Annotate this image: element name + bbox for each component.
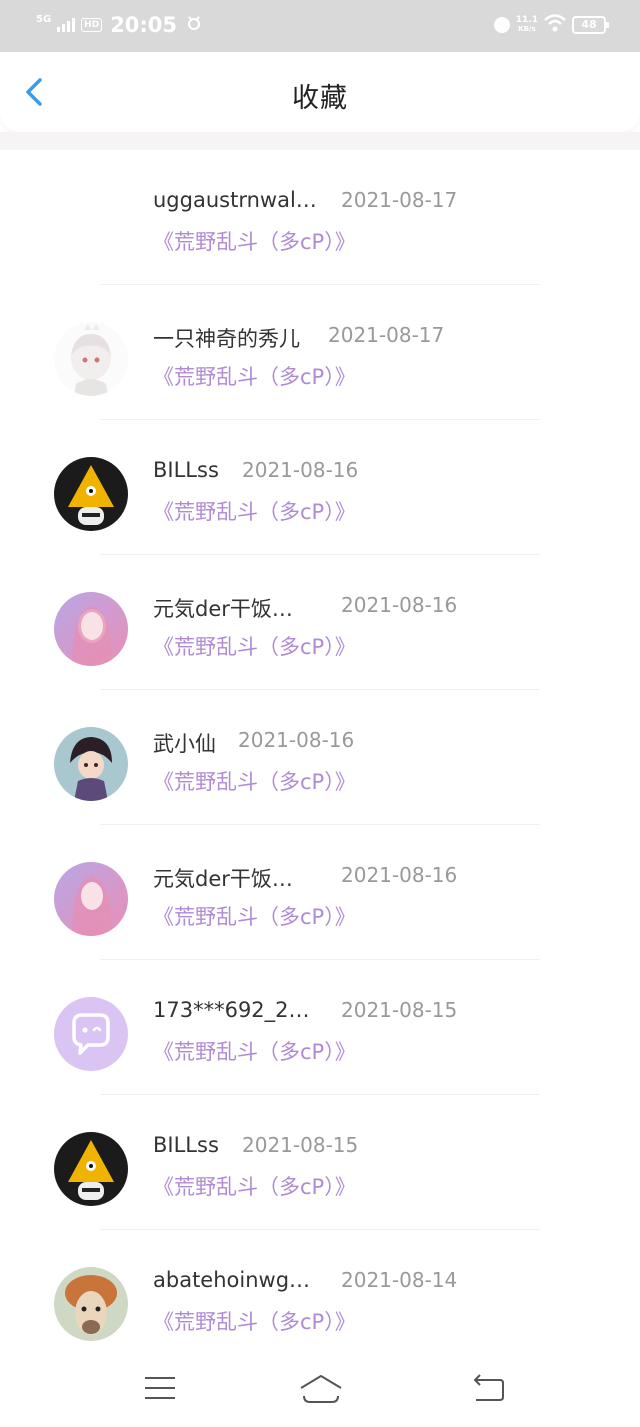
list-item[interactable]: 元気der干饭… 2021-08-16 《荒野乱斗（多cP）》 [0, 825, 640, 960]
anime-avatar-icon [54, 322, 128, 396]
item-username: 一只神奇的秀儿 [153, 327, 300, 351]
list-item[interactable]: abatehoinwg… 2021-08-14 《荒野乱斗（多cP）》 [0, 1230, 640, 1365]
item-work-title[interactable]: 《荒野乱斗（多cP）》 [153, 631, 356, 661]
bill-triangle-avatar-icon [54, 457, 128, 531]
item-username: 元気der干饭… [153, 597, 293, 621]
item-date: 2021-08-16 [238, 728, 355, 752]
network-speed: 11.1 KB/s [516, 16, 538, 34]
system-nav-bar [0, 1352, 640, 1427]
favorites-list: uggaustrnwal… 2021-08-17 《荒野乱斗（多cP）》 一只神… [0, 150, 640, 1365]
avatar[interactable] [54, 1267, 128, 1341]
item-date: 2021-08-15 [341, 998, 458, 1022]
top-header: 收藏 [0, 52, 640, 132]
item-username: BILLss [153, 458, 219, 482]
status-bar: 5G HD 20:05 11.1 KB/s 48 [0, 0, 640, 52]
item-work-title[interactable]: 《荒野乱斗（多cP）》 [153, 901, 356, 931]
item-username: abatehoinwg… [153, 1268, 311, 1292]
avatar[interactable] [54, 592, 128, 666]
battery-icon: 48 [572, 16, 609, 34]
item-work-title[interactable]: 《荒野乱斗（多cP）》 [153, 766, 356, 796]
bill-triangle-avatar-icon [54, 1132, 128, 1206]
avatar[interactable] [54, 457, 128, 531]
menu-button[interactable] [142, 1370, 182, 1406]
default-chat-bubble-avatar-icon [54, 997, 128, 1071]
item-date: 2021-08-15 [242, 1133, 359, 1157]
item-work-title[interactable]: 《荒野乱斗（多cP）》 [153, 1036, 356, 1066]
app-notification-icon [187, 16, 201, 34]
list-item[interactable]: BILLss 2021-08-15 《荒野乱斗（多cP）》 [0, 1095, 640, 1230]
signal-icon [57, 18, 76, 32]
avatar[interactable] [54, 322, 128, 396]
item-date: 2021-08-17 [341, 188, 458, 212]
speed-value: 11.1 [515, 15, 538, 25]
network-type: 5G [36, 13, 52, 25]
item-date: 2021-08-17 [328, 323, 445, 347]
alpaca-avatar-icon [54, 1267, 128, 1341]
hd-badge: HD [81, 18, 103, 32]
list-item[interactable]: 173***692_2… 2021-08-15 《荒野乱斗（多cP）》 [0, 960, 640, 1095]
list-item[interactable]: 一只神奇的秀儿 2021-08-17 《荒野乱斗（多cP）》 [0, 285, 640, 420]
item-date: 2021-08-16 [341, 593, 458, 617]
item-work-title[interactable]: 《荒野乱斗（多cP）》 [153, 1306, 356, 1336]
list-item[interactable]: BILLss 2021-08-16 《荒野乱斗（多cP）》 [0, 420, 640, 555]
system-back-button[interactable] [470, 1370, 510, 1406]
back-icon [473, 1374, 504, 1401]
item-date: 2021-08-14 [341, 1268, 458, 1292]
avatar[interactable] [54, 727, 128, 801]
avatar[interactable] [54, 997, 128, 1071]
menu-icon [145, 1377, 175, 1399]
item-username: 173***692_2… [153, 998, 310, 1022]
item-username: 武小仙 [153, 732, 216, 756]
status-time: 20:05 [110, 13, 178, 37]
item-username: uggaustrnwal… [153, 188, 317, 212]
list-item[interactable]: 元気der干饭… 2021-08-16 《荒野乱斗（多cP）》 [0, 555, 640, 690]
item-date: 2021-08-16 [242, 458, 359, 482]
page-title: 收藏 [292, 83, 348, 114]
home-icon [300, 1375, 342, 1403]
list-item[interactable]: uggaustrnwal… 2021-08-17 《荒野乱斗（多cP）》 [0, 150, 640, 285]
speed-unit: KB/s [518, 25, 536, 33]
avatar[interactable] [54, 862, 128, 936]
item-work-title[interactable]: 《荒野乱斗（多cP）》 [153, 361, 356, 391]
header-separator [0, 132, 640, 150]
item-username: 元気der干饭… [153, 867, 293, 891]
anime-boy-avatar-icon [54, 727, 128, 801]
item-work-title[interactable]: 《荒野乱斗（多cP）》 [153, 496, 356, 526]
pink-hair-avatar-icon [54, 862, 128, 936]
pink-hair-avatar-icon [54, 592, 128, 666]
wifi-icon [544, 14, 566, 36]
item-work-title[interactable]: 《荒野乱斗（多cP）》 [153, 226, 356, 256]
item-date: 2021-08-16 [341, 863, 458, 887]
alarm-clock-icon [493, 17, 510, 33]
home-button[interactable] [298, 1370, 344, 1406]
avatar[interactable] [54, 1132, 128, 1206]
list-item[interactable]: 武小仙 2021-08-16 《荒野乱斗（多cP）》 [0, 690, 640, 825]
item-work-title[interactable]: 《荒野乱斗（多cP）》 [153, 1171, 356, 1201]
item-username: BILLss [153, 1133, 219, 1157]
